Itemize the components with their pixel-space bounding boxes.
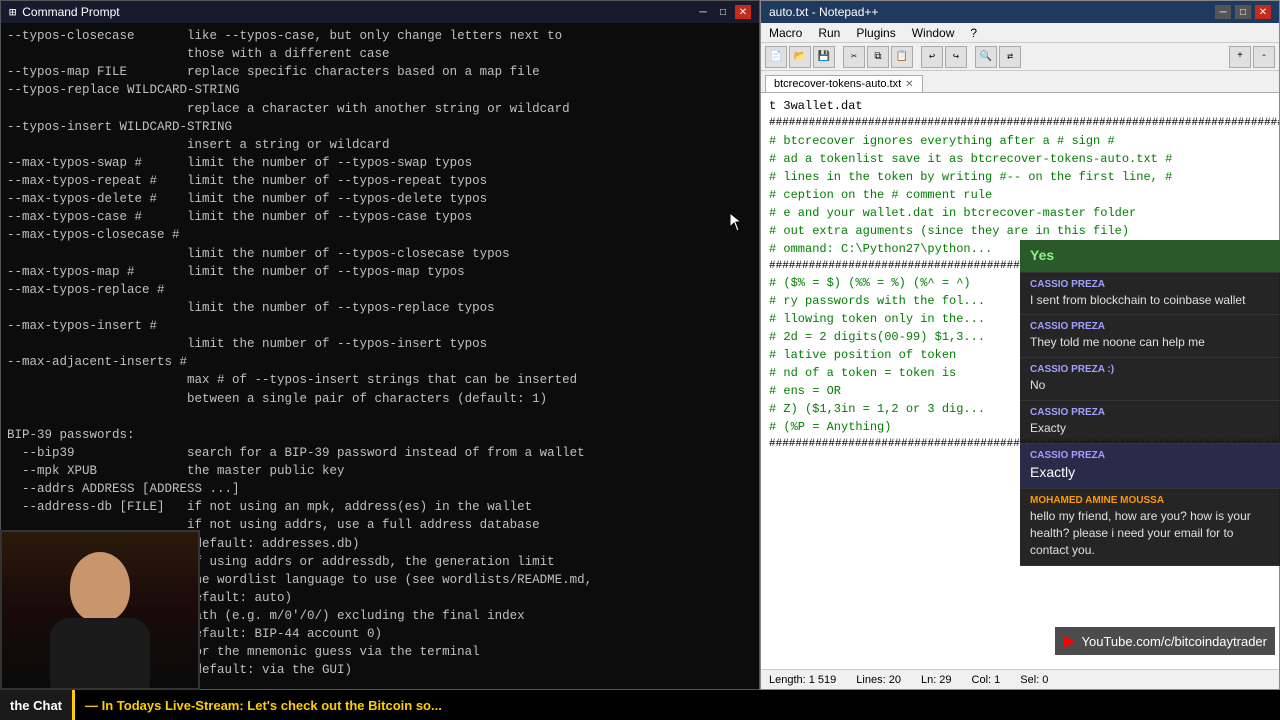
cmd-titlebar: ⊞ Command Prompt ─ □ ✕	[1, 1, 759, 23]
ticker-label: the Chat	[0, 690, 72, 720]
toolbar-undo[interactable]: ↩	[921, 46, 943, 68]
cmd-line: --typos-closecase like --typos-case, but…	[7, 27, 753, 45]
chat-message: CASSIO PREZA :) No	[1020, 358, 1280, 401]
chat-text: I sent from blockchain to coinbase walle…	[1030, 292, 1270, 309]
notepad-tab-close[interactable]: ✕	[905, 79, 913, 90]
chat-message: CASSIO PREZA Exactly	[1020, 444, 1280, 490]
notepad-tab-label: btcrecover-tokens-auto.txt	[774, 78, 901, 90]
chat-message: CASSIO PREZA I sent from blockchain to c…	[1020, 273, 1280, 316]
cmd-line: limit the number of --typos-insert typos	[7, 335, 753, 353]
menu-macro[interactable]: Macro	[765, 26, 806, 40]
chat-username: CASSIO PREZA	[1030, 279, 1270, 290]
cmd-line: --max-typos-replace #	[7, 281, 753, 299]
cmd-line: --max-typos-repeat # limit the number of…	[7, 172, 753, 190]
toolbar-find[interactable]: 🔍	[975, 46, 997, 68]
cmd-line: --max-typos-case # limit the number of -…	[7, 208, 753, 226]
cmd-line: --addrs ADDRESS [ADDRESS ...]	[7, 480, 753, 498]
menu-window[interactable]: Window	[908, 26, 959, 40]
chat-text: Exacty	[1030, 420, 1270, 437]
cmd-line: --typos-insert WILDCARD-STRING	[7, 118, 753, 136]
cmd-close-button[interactable]: ✕	[735, 5, 751, 19]
ticker-separator: —	[85, 698, 98, 713]
cmd-line: --typos-replace WILDCARD-STRING	[7, 81, 753, 99]
cmd-line: --address-db [FILE] if not using an mpk,…	[7, 498, 753, 516]
chat-username: CASSIO PREZA	[1030, 450, 1270, 461]
status-col: Col: 1	[972, 674, 1001, 686]
menu-run[interactable]: Run	[814, 26, 844, 40]
chat-message: CASSIO PREZA Exacty	[1020, 401, 1280, 444]
cmd-line: --max-typos-insert #	[7, 317, 753, 335]
cmd-icon: ⊞	[9, 5, 16, 20]
toolbar-paste[interactable]: 📋	[891, 46, 913, 68]
cmd-maximize-button[interactable]: □	[715, 5, 731, 19]
cmd-line: BIP-39 passwords:	[7, 426, 753, 444]
cmd-line: insert a string or wildcard	[7, 136, 753, 154]
chat-username: CASSIO PREZA	[1030, 407, 1270, 418]
cmd-window-controls: ─ □ ✕	[695, 5, 751, 19]
cmd-line: --typos-map FILE replace specific charac…	[7, 63, 753, 81]
ticker-content: In Todays Live-Stream: Let's check out t…	[102, 698, 442, 713]
menu-plugins[interactable]: Plugins	[852, 26, 899, 40]
person-head	[70, 552, 130, 622]
cmd-line: --mpk XPUB the master public key	[7, 462, 753, 480]
toolbar-replace[interactable]: ⇄	[999, 46, 1021, 68]
cmd-line: --max-typos-map # limit the number of --…	[7, 263, 753, 281]
notepad-tab-auto[interactable]: btcrecover-tokens-auto.txt ✕	[765, 75, 923, 92]
chat-overlay: Yes CASSIO PREZA I sent from blockchain …	[1020, 240, 1280, 566]
cmd-line: --max-adjacent-inserts #	[7, 353, 753, 371]
chat-username: CASSIO PREZA :)	[1030, 364, 1270, 375]
chat-text: They told me noone can help me	[1030, 334, 1270, 351]
toolbar-open[interactable]: 📂	[789, 46, 811, 68]
webcam-person	[2, 532, 198, 688]
chat-message: MOHAMED AMINE MOUSSA hello my friend, ho…	[1020, 489, 1280, 565]
cmd-line: limit the number of --typos-closecase ty…	[7, 245, 753, 263]
status-lines: Lines: 20	[856, 674, 901, 686]
chat-text: Yes	[1030, 246, 1270, 266]
person-body	[50, 618, 150, 688]
status-ln: Ln: 29	[921, 674, 952, 686]
chat-message: CASSIO PREZA They told me noone can help…	[1020, 315, 1280, 358]
cmd-line: --max-typos-closecase #	[7, 226, 753, 244]
toolbar-save[interactable]: 💾	[813, 46, 835, 68]
cmd-line: those with a different case	[7, 45, 753, 63]
cmd-line: max # of --typos-insert strings that can…	[7, 371, 753, 389]
cmd-title-text: Command Prompt	[22, 5, 695, 19]
ticker-bar: the Chat — In Todays Live-Stream: Let's …	[0, 690, 1280, 720]
cmd-line: --max-typos-swap # limit the number of -…	[7, 154, 753, 172]
chat-text: No	[1030, 377, 1270, 394]
cmd-line	[7, 408, 753, 426]
toolbar-new[interactable]: 📄	[765, 46, 787, 68]
ticker-text: — In Todays Live-Stream: Let's check out…	[75, 698, 1280, 713]
cmd-line: replace a character with another string …	[7, 100, 753, 118]
cmd-line: limit the number of --typos-replace typo…	[7, 299, 753, 317]
yt-watermark: ▶ YouTube.com/c/bitcoindaytrader	[1055, 627, 1275, 655]
webcam	[0, 530, 200, 690]
toolbar-copy[interactable]: ⧉	[867, 46, 889, 68]
chat-text: hello my friend, how are you? how is you…	[1030, 508, 1270, 558]
yt-channel: YouTube.com/c/bitcoindaytrader	[1082, 634, 1267, 649]
chat-username: MOHAMED AMINE MOUSSA	[1030, 495, 1270, 506]
cmd-line: --max-typos-delete # limit the number of…	[7, 190, 753, 208]
cmd-line: between a single pair of characters (def…	[7, 390, 753, 408]
youtube-icon: ▶	[1063, 631, 1075, 651]
toolbar-cut[interactable]: ✂	[843, 46, 865, 68]
cmd-line: --bip39 search for a BIP-39 password ins…	[7, 444, 753, 462]
toolbar-redo[interactable]: ↪	[945, 46, 967, 68]
chat-text: Exactly	[1030, 463, 1270, 483]
chat-overlay-container: Yes CASSIO PREZA I sent from blockchain …	[1020, 0, 1280, 690]
chat-message: Yes	[1020, 240, 1280, 273]
cmd-minimize-button[interactable]: ─	[695, 5, 711, 19]
menu-help[interactable]: ?	[966, 26, 981, 40]
chat-username: CASSIO PREZA	[1030, 321, 1270, 332]
ticker-label-text: the Chat	[10, 698, 62, 713]
status-length: Length: 1 519	[769, 674, 836, 686]
